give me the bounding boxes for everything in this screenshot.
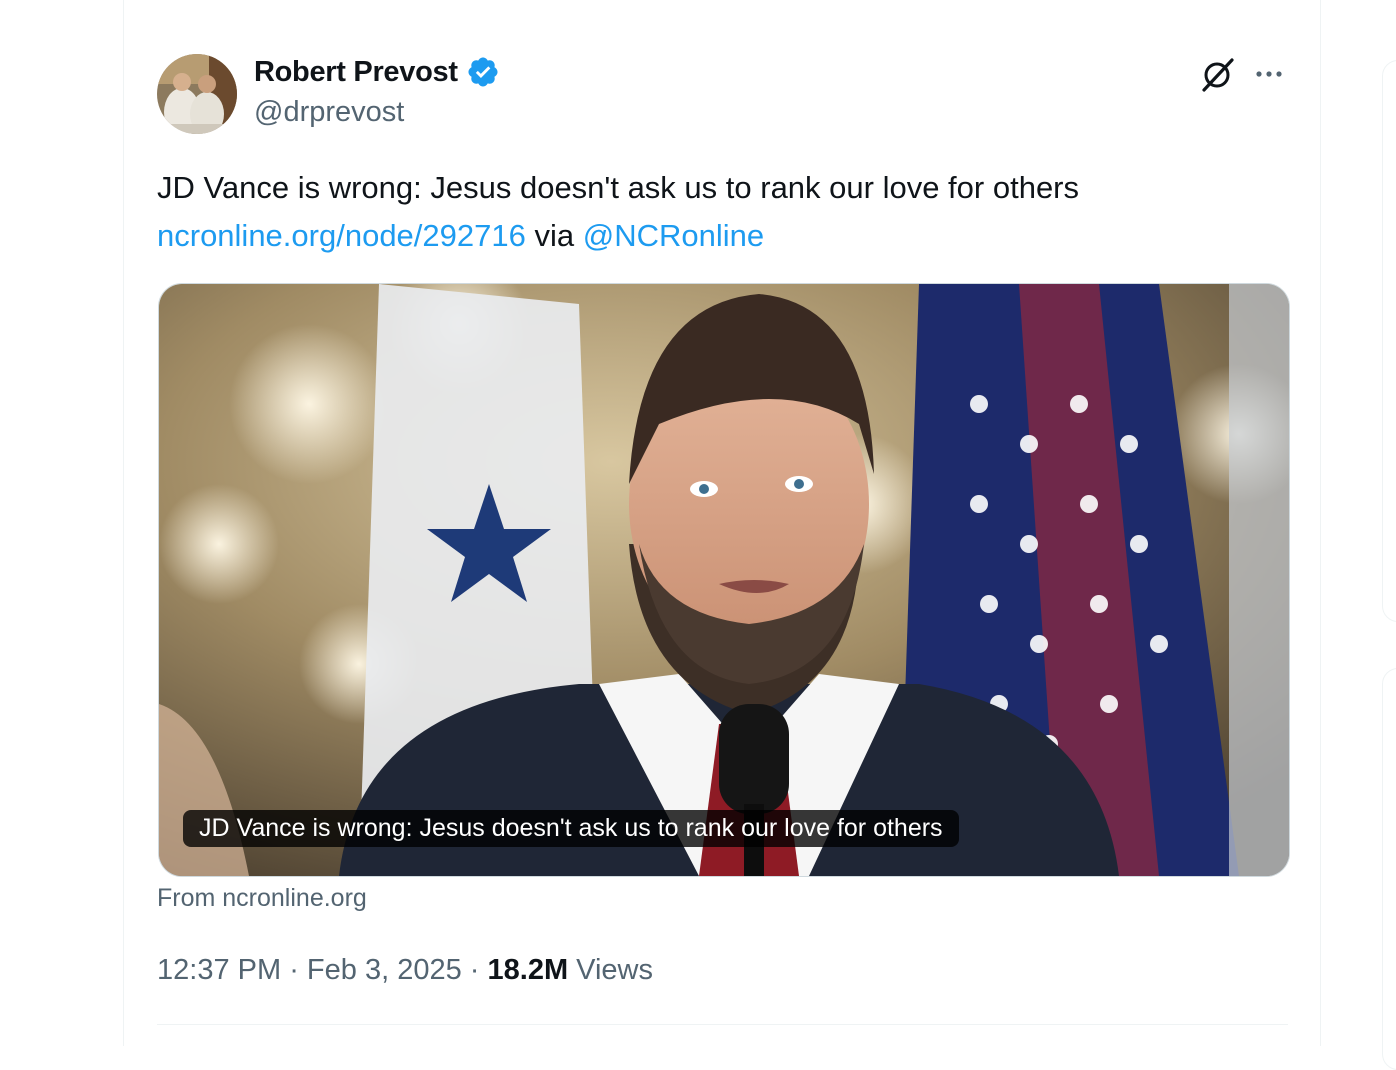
- article-link[interactable]: ncronline.org/node/292716: [157, 218, 526, 253]
- author-name[interactable]: Robert Prevost: [254, 56, 458, 89]
- author-row: Robert Prevost: [254, 55, 500, 89]
- sidebar-card-edge-2: [1382, 668, 1396, 1070]
- mention-link[interactable]: @NCRonline: [583, 218, 764, 253]
- tweet-time[interactable]: 12:37 PM: [157, 954, 281, 986]
- link-preview-card[interactable]: JD Vance is wrong: Jesus doesn't ask us …: [158, 283, 1290, 877]
- tweet-date[interactable]: Feb 3, 2025: [307, 954, 462, 986]
- via-text: via: [525, 218, 583, 253]
- tweet-text: JD Vance is wrong: Jesus doesn't ask us …: [157, 164, 1297, 260]
- divider: [157, 1024, 1288, 1025]
- media-caption: JD Vance is wrong: Jesus doesn't ask us …: [183, 810, 959, 847]
- timeline-right-border: [1320, 0, 1321, 1046]
- avatar[interactable]: [157, 54, 237, 134]
- views-label: Views: [568, 954, 653, 986]
- meta-separator: ·: [281, 954, 307, 986]
- sidebar-card-edge: [1382, 60, 1396, 622]
- grok-icon[interactable]: [1198, 54, 1238, 94]
- tweet-body: JD Vance is wrong: Jesus doesn't ask us …: [157, 170, 1080, 205]
- author-handle[interactable]: @drprevost: [254, 96, 404, 129]
- preview-image: [159, 284, 1289, 876]
- meta-separator-2: ·: [461, 954, 488, 986]
- verified-badge-icon: [466, 55, 500, 89]
- source-line[interactable]: From ncronline.org: [157, 884, 367, 913]
- timeline-left-border: [123, 0, 124, 1046]
- more-options-icon[interactable]: [1250, 58, 1290, 90]
- tweet-link-line: ncronline.org/node/292716 via @NCRonline: [157, 212, 1297, 260]
- views-count[interactable]: 18.2M: [488, 954, 569, 986]
- tweet-meta: 12:37 PM · Feb 3, 2025 · 18.2M Views: [157, 954, 653, 987]
